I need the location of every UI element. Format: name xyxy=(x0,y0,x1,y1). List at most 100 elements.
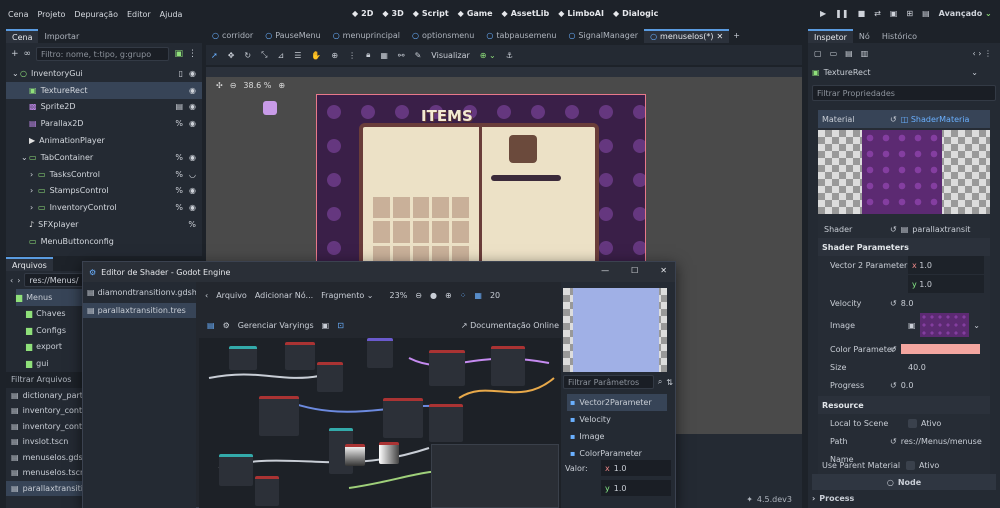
close-icon[interactable]: ✕ xyxy=(717,32,724,41)
zoom-level[interactable]: 38.6 % xyxy=(243,81,271,90)
grid-icon[interactable]: ⋮ xyxy=(348,51,356,60)
back-icon[interactable]: ‹ xyxy=(205,291,208,300)
pan-tool-icon[interactable]: ✋ xyxy=(311,51,321,60)
anchor-icon[interactable]: ⊕ ⌄ xyxy=(480,51,496,60)
gear-icon[interactable]: ⚙ xyxy=(223,321,230,330)
scene-tree-node[interactable]: › ▭ TasksControl% ◡ xyxy=(6,166,202,183)
list-tool-icon[interactable]: ☰ xyxy=(294,51,301,60)
menu-item[interactable]: Depuração xyxy=(74,10,118,19)
bone-icon[interactable]: ⚯ xyxy=(398,51,405,60)
scene-tree-node[interactable]: ⌄ ○ InventoryGui ▯ ◉ xyxy=(6,65,202,82)
grid-size[interactable]: 20 xyxy=(490,291,500,300)
velocity-value[interactable]: 8.0 xyxy=(901,299,914,308)
tab-arquivos[interactable]: Arquivos xyxy=(6,257,53,271)
dropdown-icon[interactable]: ⌄ xyxy=(971,68,978,77)
sort-icon[interactable]: ⇅ xyxy=(666,378,673,387)
value-x-field[interactable]: x 1.0 xyxy=(601,460,671,476)
process-section[interactable]: › Process xyxy=(812,490,996,506)
editor-tab[interactable]: ○ SignalManager xyxy=(562,29,644,43)
graph-preview-node[interactable] xyxy=(345,444,365,466)
vec2-x[interactable]: 1.0 xyxy=(919,261,932,270)
back-icon[interactable]: ‹ xyxy=(10,276,13,285)
node-section[interactable]: ○ Node xyxy=(812,474,996,490)
tool-icon[interactable]: ✎ xyxy=(415,51,422,60)
new-resource-icon[interactable]: ▢ xyxy=(814,49,822,58)
options-icon[interactable]: ▥ xyxy=(861,49,869,58)
add-tab-icon[interactable]: + xyxy=(733,31,740,40)
expand-arrow-icon[interactable]: › xyxy=(30,186,38,195)
play-scene-icon[interactable]: ▣ xyxy=(890,9,898,18)
move-tool-icon[interactable]: ✥ xyxy=(228,51,235,60)
property-filter[interactable]: Filtrar Propriedades xyxy=(812,85,996,101)
graph-node[interactable] xyxy=(429,404,463,442)
expand-arrow-icon[interactable]: › xyxy=(30,203,38,212)
graph-node[interactable] xyxy=(367,338,393,368)
expand-arrow-icon[interactable]: › xyxy=(30,170,38,179)
tab-no[interactable]: Nó xyxy=(853,29,876,43)
tab-cena[interactable]: Cena xyxy=(6,29,39,43)
node-status-icon[interactable]: % xyxy=(175,186,183,195)
transform-icon[interactable]: ⚓︎ xyxy=(506,51,513,60)
scene-tree-node[interactable]: ▶ AnimationPlayer xyxy=(6,132,202,149)
grid-snap-icon[interactable]: ⁘ xyxy=(460,291,467,300)
varyings-button[interactable]: Gerenciar Varyings xyxy=(238,321,314,330)
remote-debug-icon[interactable]: ⇄ xyxy=(874,9,881,18)
node-status-icon[interactable]: % xyxy=(175,119,183,128)
tab-inspetor[interactable]: Inspetor xyxy=(808,29,853,43)
maximize-button[interactable]: ☐ xyxy=(631,266,638,275)
preview-icon[interactable]: ▣ xyxy=(322,321,330,330)
zoom-in-icon[interactable]: ⊕ xyxy=(445,291,452,300)
shader-graph-canvas[interactable] xyxy=(199,338,561,508)
close-button[interactable]: ✕ xyxy=(660,266,667,275)
param-item[interactable]: ▪ Image xyxy=(567,428,667,445)
use-parent-checkbox[interactable] xyxy=(906,460,915,470)
node-status-icon[interactable]: ◉ xyxy=(189,186,196,195)
tab-historico[interactable]: Histórico xyxy=(876,29,923,43)
reset-icon[interactable]: ↺ xyxy=(890,225,897,234)
shader-material-field[interactable]: ◫ ShaderMateria xyxy=(901,115,970,124)
scene-tree-node[interactable]: › ▭ StampsControl% ◉ xyxy=(6,183,202,200)
forward-icon[interactable]: › xyxy=(17,276,20,285)
workspace-limboai[interactable]: ◆ LimboAI xyxy=(558,9,604,18)
node-status-icon[interactable]: ◉ xyxy=(189,153,196,162)
path-input[interactable]: res://Menus/ xyxy=(24,273,85,287)
menu-dots-icon[interactable]: ⋮ xyxy=(188,49,197,59)
param-item[interactable]: ▪ Velocity xyxy=(567,411,667,428)
reset-icon[interactable]: ↺ xyxy=(890,299,897,308)
scale-tool-icon[interactable]: ⤡ xyxy=(261,50,267,60)
value-y-field[interactable]: y 1.0 xyxy=(601,480,671,496)
scene-tree-node[interactable]: ▤ Parallax2D% ◉ xyxy=(6,115,202,132)
graph-node[interactable] xyxy=(383,398,423,438)
save-icon[interactable]: ▤ xyxy=(845,49,853,58)
renderer-select[interactable]: Avançado ⌄ xyxy=(939,9,992,18)
node-status-icon[interactable]: ◉ xyxy=(189,86,196,95)
stop-icon[interactable]: ■ xyxy=(858,9,866,18)
play-icon[interactable]: ▶ xyxy=(820,9,826,18)
reset-icon[interactable]: ↺ xyxy=(890,345,897,354)
shader-file-item[interactable]: ▤ parallaxtransition.tres xyxy=(83,303,196,318)
expand-arrow-icon[interactable]: ⌄ xyxy=(12,69,20,78)
reset-icon[interactable]: ↺ xyxy=(890,381,897,390)
zoom-in-icon[interactable]: ⊕ xyxy=(278,81,285,90)
view-menu[interactable]: Visualizar xyxy=(431,51,470,60)
graph-node[interactable] xyxy=(219,454,253,486)
grid-toggle-icon[interactable]: ▦ xyxy=(474,291,482,300)
editor-tab[interactable]: ○ PauseMenu xyxy=(259,29,326,43)
script-attach-icon[interactable]: ▣ xyxy=(174,49,183,59)
shader-params-section[interactable]: Shader Parameters xyxy=(822,243,909,252)
node-status-icon[interactable]: % xyxy=(175,203,183,212)
workspace-assetlib[interactable]: ◆ AssetLib xyxy=(502,9,550,18)
size-value[interactable]: 40.0 xyxy=(908,363,926,372)
reset-icon[interactable]: ↺ xyxy=(890,115,897,124)
shader-value[interactable]: parallaxtransit xyxy=(912,225,970,234)
scene-tree-node[interactable]: › ▭ InventoryControl% ◉ xyxy=(6,199,202,216)
scene-filter-input[interactable]: Filtro: nome, t:tipo, g:grupo xyxy=(36,47,170,61)
tab-importar[interactable]: Importar xyxy=(38,29,85,43)
progress-value[interactable]: 0.0 xyxy=(901,381,914,390)
graph-node[interactable] xyxy=(285,342,315,370)
mode-select[interactable]: Fragmento ⌄ xyxy=(321,291,373,300)
node-status-icon[interactable]: ▯ xyxy=(179,69,183,78)
minimize-button[interactable]: — xyxy=(601,266,609,275)
node-status-icon[interactable]: ▤ xyxy=(175,102,183,111)
shader-file-item[interactable]: ▤diamondtransitionv.gdshader xyxy=(83,285,196,300)
